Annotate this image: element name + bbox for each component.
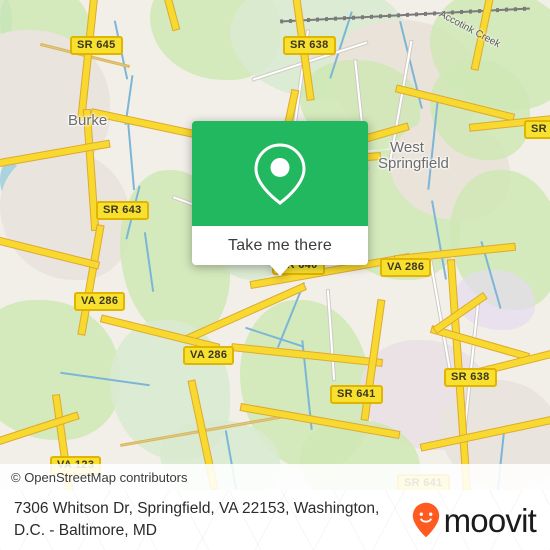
map-canvas[interactable]: Accotink Creek Burke West Springfield SR… bbox=[0, 0, 550, 490]
moovit-smiley-pin-icon bbox=[412, 502, 439, 538]
take-me-there-label: Take me there bbox=[228, 236, 332, 254]
route-shield-sr638[interactable]: SR 638 bbox=[444, 368, 497, 387]
moovit-wordmark: moovit bbox=[443, 501, 537, 539]
moovit-logo[interactable]: moovit bbox=[412, 502, 550, 538]
footer-bar: 7306 Whitson Dr, Springfield, VA 22153, … bbox=[0, 490, 550, 550]
address-text: 7306 Whitson Dr, Springfield, VA 22153, … bbox=[14, 500, 380, 539]
moovit-map-screen: Accotink Creek Burke West Springfield SR… bbox=[0, 0, 550, 550]
route-shield-sr645[interactable]: SR 645 bbox=[70, 36, 123, 55]
route-shield-va286[interactable]: VA 286 bbox=[183, 346, 235, 365]
popup-pointer bbox=[269, 264, 291, 276]
route-shield-sr6[interactable]: SR 6 bbox=[524, 120, 550, 139]
place-label-burke: Burke bbox=[68, 112, 108, 129]
landuse-retail bbox=[455, 270, 535, 330]
place-label-west: West bbox=[390, 139, 424, 156]
route-shield-sr641[interactable]: SR 641 bbox=[330, 385, 383, 404]
osm-attribution-text[interactable]: © OpenStreetMap contributors bbox=[0, 470, 188, 485]
route-shield-sr643[interactable]: SR 643 bbox=[96, 201, 149, 220]
popup-pin-area bbox=[192, 121, 368, 226]
location-popup-card[interactable]: Take me there bbox=[192, 121, 368, 276]
stream bbox=[126, 120, 136, 190]
take-me-there-button[interactable]: Take me there bbox=[192, 226, 368, 276]
place-label-springfield: Springfield bbox=[378, 155, 449, 172]
route-shield-sr638[interactable]: SR 638 bbox=[283, 36, 336, 55]
route-shield-va286[interactable]: VA 286 bbox=[74, 292, 126, 311]
map-attribution-bar: © OpenStreetMap contributors bbox=[0, 464, 550, 490]
route-shield-va286[interactable]: VA 286 bbox=[380, 258, 432, 277]
location-pin-icon bbox=[254, 142, 306, 205]
